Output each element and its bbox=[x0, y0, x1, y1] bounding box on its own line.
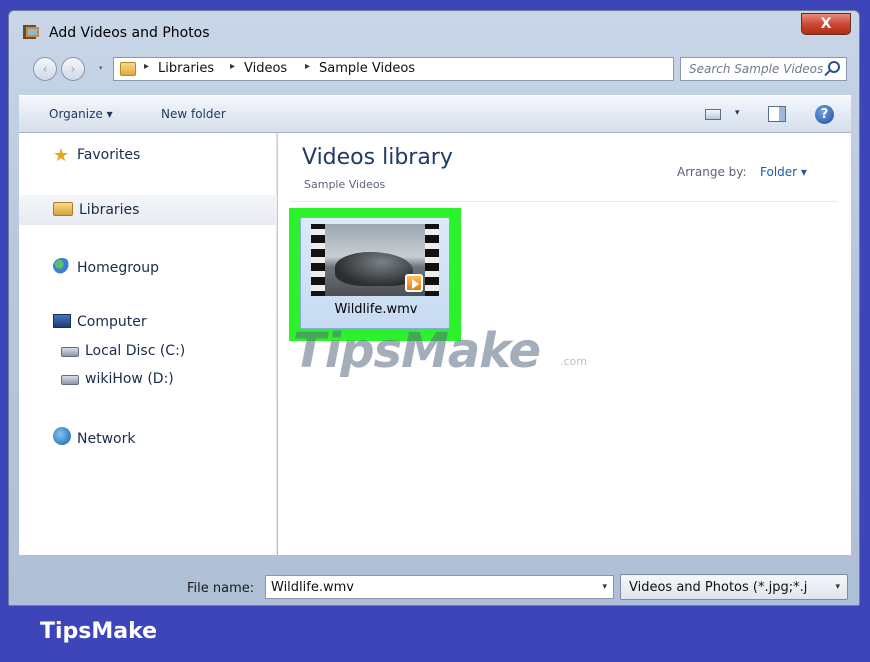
brand-footer: TipsMake bbox=[0, 606, 870, 662]
breadcrumb-separator-icon: ▸ bbox=[144, 61, 150, 72]
search-placeholder: Search Sample Videos bbox=[689, 62, 824, 76]
sidebar-item-label: Homegroup bbox=[77, 260, 160, 276]
sidebar-item-label: Computer bbox=[77, 314, 147, 330]
sidebar-item-label: Local Disc (C:) bbox=[85, 343, 186, 359]
file-dialog: Add Videos and Photos X ‹ › ▾ ▸ Librarie… bbox=[8, 10, 860, 606]
breadcrumb-sample-videos[interactable]: Sample Videos bbox=[319, 61, 415, 76]
computer-icon bbox=[53, 314, 71, 328]
preview-pane-icon[interactable] bbox=[768, 106, 786, 122]
sidebar-item-libraries[interactable]: Libraries bbox=[53, 202, 139, 218]
back-button[interactable]: ‹ bbox=[33, 57, 57, 81]
homegroup-icon bbox=[53, 258, 71, 274]
file-type-select[interactable]: Videos and Photos (*.jpg;*.j ▾ bbox=[620, 574, 848, 600]
sidebar-item-computer[interactable]: Computer bbox=[53, 314, 147, 330]
chevron-down-icon[interactable]: ▾ bbox=[602, 582, 607, 592]
organize-button[interactable]: Organize ▾ bbox=[49, 107, 113, 121]
breadcrumb-libraries[interactable]: Libraries bbox=[158, 61, 214, 76]
video-thumbnail bbox=[311, 224, 439, 296]
film-strip-icon bbox=[425, 224, 439, 296]
file-item-wildlife[interactable]: Wildlife.wmv bbox=[300, 217, 450, 329]
library-title: Videos library bbox=[302, 145, 453, 170]
app-icon bbox=[23, 25, 39, 39]
search-input[interactable]: Search Sample Videos bbox=[680, 57, 847, 81]
sidebar-item-label: Network bbox=[77, 431, 136, 447]
search-icon[interactable] bbox=[828, 61, 840, 73]
arrange-by-dropdown[interactable]: Folder ▾ bbox=[760, 165, 807, 179]
breadcrumb-videos[interactable]: Videos bbox=[244, 61, 287, 76]
view-options-dropdown[interactable]: ▾ bbox=[735, 108, 740, 118]
sidebar-item-wikihow-drive[interactable]: wikiHow (D:) bbox=[61, 371, 174, 387]
sidebar-item-favorites[interactable]: ★ Favorites bbox=[53, 145, 141, 166]
file-name-input[interactable]: Wildlife.wmv ▾ bbox=[265, 575, 614, 599]
network-icon bbox=[53, 427, 71, 445]
recent-pages-dropdown[interactable]: ▾ bbox=[99, 64, 103, 72]
file-name-label: Wildlife.wmv bbox=[334, 302, 418, 317]
change-view-icon[interactable] bbox=[705, 109, 721, 120]
chevron-down-icon[interactable]: ▾ bbox=[835, 582, 840, 592]
file-name-label: File name: bbox=[187, 581, 255, 596]
hard-drive-icon bbox=[61, 347, 79, 357]
watermark-suffix: .com bbox=[560, 355, 587, 368]
sidebar-item-label: wikiHow (D:) bbox=[85, 371, 174, 387]
file-name-value: Wildlife.wmv bbox=[271, 580, 354, 595]
new-folder-button[interactable]: New folder bbox=[161, 107, 226, 121]
close-button[interactable]: X bbox=[801, 13, 851, 35]
selection-highlight: Wildlife.wmv bbox=[289, 208, 461, 341]
folder-icon bbox=[120, 62, 136, 76]
command-toolbar: Organize ▾ New folder ▾ ? bbox=[19, 95, 851, 133]
help-icon[interactable]: ? bbox=[815, 105, 834, 124]
drive-icon bbox=[61, 375, 79, 385]
navigation-pane: ★ Favorites Libraries Homegroup Computer … bbox=[19, 133, 277, 555]
file-type-value: Videos and Photos (*.jpg;*.j bbox=[629, 580, 808, 595]
libraries-icon bbox=[53, 202, 73, 216]
arrange-by-label: Arrange by: bbox=[677, 165, 747, 179]
film-strip-icon bbox=[311, 224, 325, 296]
address-bar[interactable]: ▸ Libraries ▸ Videos ▸ Sample Videos ▾ ↺ bbox=[113, 57, 763, 81]
sidebar-item-homegroup[interactable]: Homegroup bbox=[53, 258, 159, 276]
thumbnail-subject bbox=[335, 252, 413, 286]
breadcrumb-separator-icon: ▸ bbox=[305, 61, 311, 72]
forward-button[interactable]: › bbox=[61, 57, 85, 81]
library-subtitle: Sample Videos bbox=[304, 178, 386, 191]
sidebar-item-label: Favorites bbox=[77, 147, 141, 163]
sidebar-item-network[interactable]: Network bbox=[53, 427, 135, 447]
title-bar: Add Videos and Photos X bbox=[9, 11, 859, 51]
media-player-icon bbox=[405, 274, 423, 292]
file-list-pane: Videos library Sample Videos Arrange by:… bbox=[278, 133, 851, 555]
sidebar-item-label: Libraries bbox=[79, 202, 140, 218]
sidebar-item-local-disc[interactable]: Local Disc (C:) bbox=[61, 343, 185, 359]
watermark: TipsMake bbox=[293, 323, 541, 379]
window-title: Add Videos and Photos bbox=[49, 25, 210, 41]
brand-logo: TipsMake bbox=[40, 619, 158, 644]
breadcrumb-separator-icon: ▸ bbox=[230, 61, 236, 72]
divider bbox=[290, 201, 838, 202]
star-icon: ★ bbox=[53, 145, 70, 166]
